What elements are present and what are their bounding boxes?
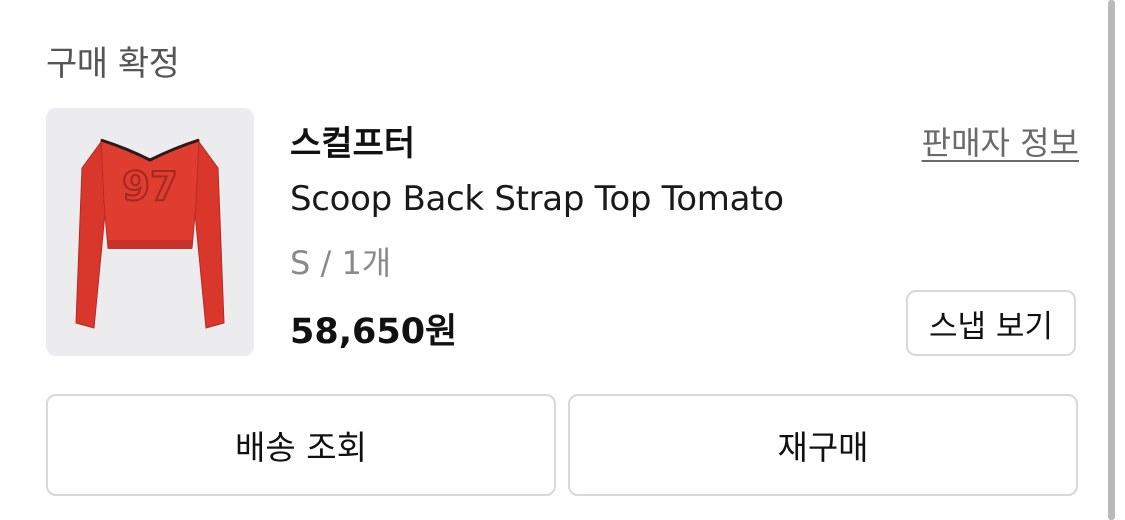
product-image[interactable]: 97 [46, 108, 254, 356]
product-price: 58,650원 [290, 312, 458, 352]
order-item-page: 구매 확정 97 스컬프터 판매자 정보 Scoop Back Strap To… [0, 0, 1125, 520]
seller-info-link[interactable]: 판매자 정보 [922, 118, 1079, 164]
product-option: S / 1개 [290, 244, 392, 282]
scrollbar[interactable] [1108, 0, 1115, 520]
order-status-title: 구매 확정 [46, 44, 180, 84]
svg-text:97: 97 [122, 164, 178, 210]
brand-name[interactable]: 스컬프터 [290, 116, 415, 165]
track-delivery-button[interactable]: 배송 조회 [46, 394, 556, 496]
view-snap-button[interactable]: 스냅 보기 [906, 290, 1076, 356]
product-name[interactable]: Scoop Back Strap Top Tomato [290, 179, 784, 219]
red-long-sleeve-top-icon: 97 [75, 138, 225, 329]
rebuy-button[interactable]: 재구매 [568, 394, 1078, 496]
